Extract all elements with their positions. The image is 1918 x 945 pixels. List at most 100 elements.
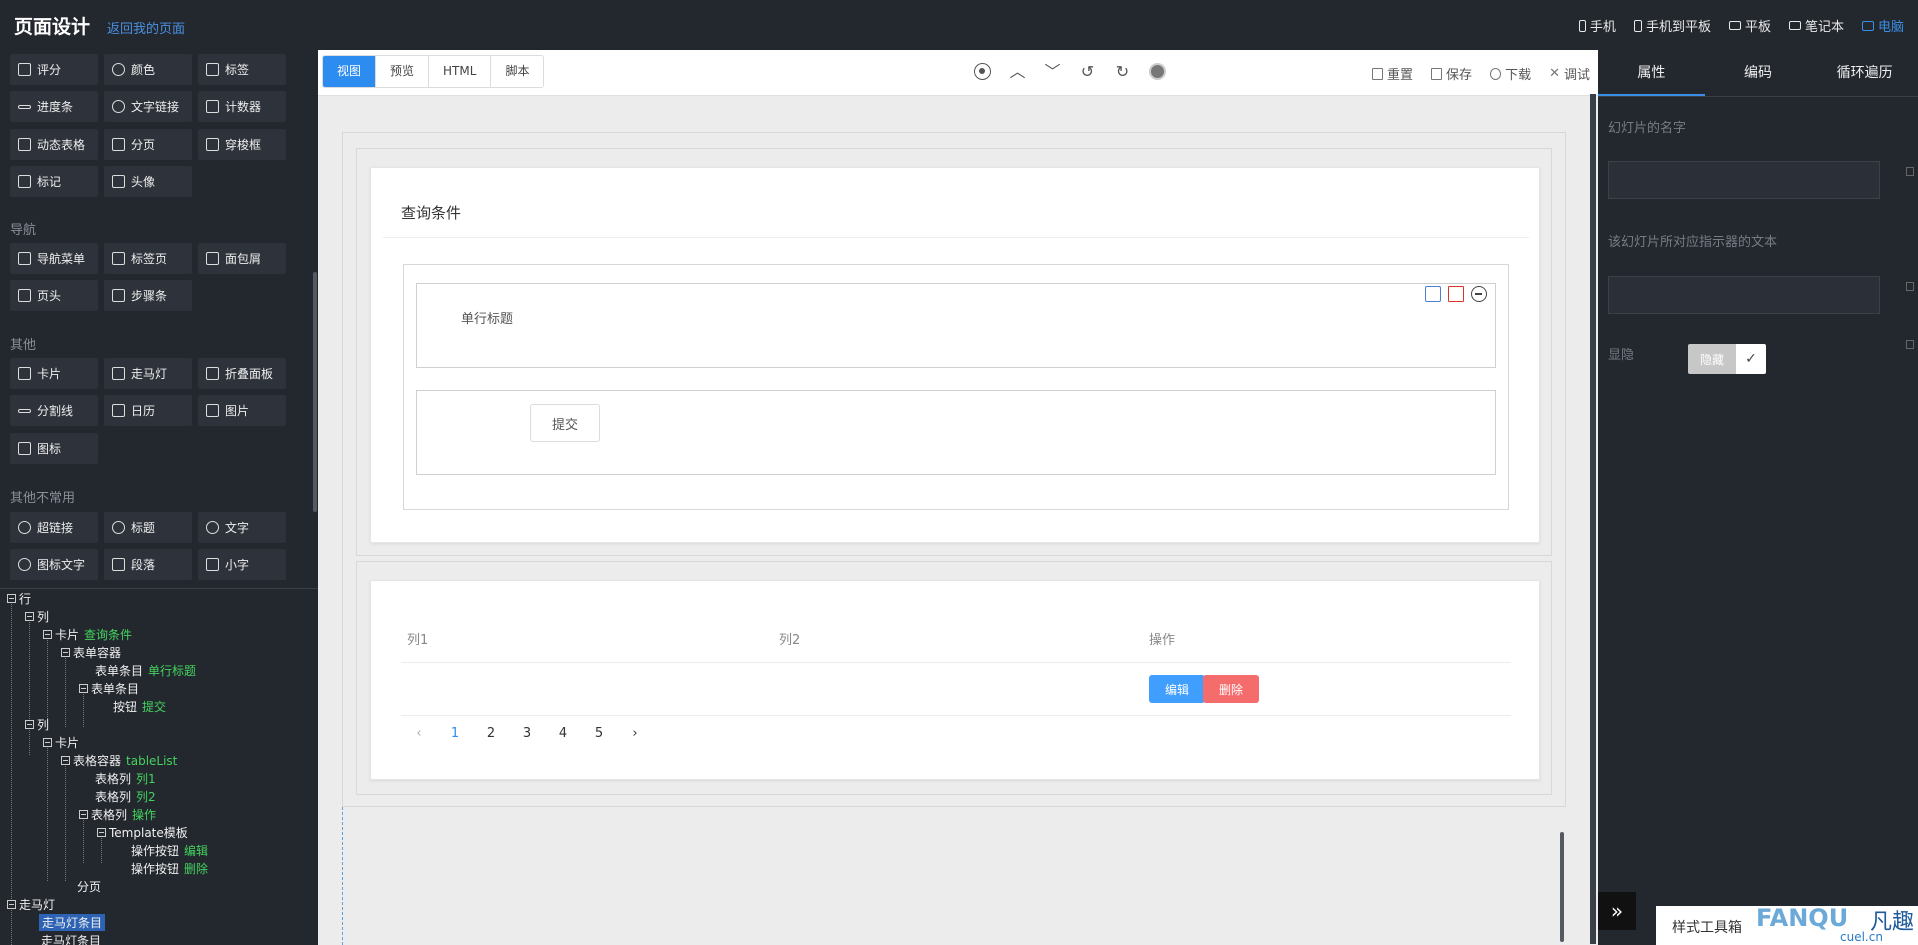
palette-icon[interactable]: 图标 <box>10 433 98 464</box>
palette-calendar[interactable]: 日历 <box>104 395 192 426</box>
indicator-text-input[interactable] <box>1608 276 1880 314</box>
palette-pagination[interactable]: 分页 <box>104 129 192 160</box>
tree-node-selected[interactable]: 走马灯条目 <box>39 914 110 931</box>
collapse-toggle-icon[interactable] <box>25 612 34 621</box>
canvas-scroll-track[interactable] <box>1590 94 1596 944</box>
tree-node[interactable]: 列 <box>25 608 54 625</box>
undo-icon[interactable]: ↺ <box>1079 63 1096 80</box>
palette-progress[interactable]: 进度条 <box>10 91 98 122</box>
debug-button[interactable]: ✕ 调试 <box>1549 64 1590 83</box>
palette-counter[interactable]: 计数器 <box>198 91 286 122</box>
collapse-toggle-icon[interactable] <box>61 756 70 765</box>
redo-icon[interactable]: ↻ <box>1114 63 1131 80</box>
palette-text-link[interactable]: 文字链接 <box>104 91 192 122</box>
tree-node[interactable]: 表单条目 <box>79 680 144 697</box>
tab-preview[interactable]: 预览 <box>376 56 430 87</box>
device-tablet[interactable]: 平板 <box>1728 16 1771 35</box>
palette-nav-menu[interactable]: 导航菜单 <box>10 243 98 274</box>
tree-node[interactable]: 表单容器 <box>61 644 126 661</box>
palette-tag[interactable]: 标签 <box>198 54 286 85</box>
download-button[interactable]: 下载 <box>1490 64 1531 83</box>
tree-node[interactable]: 列 <box>25 716 54 733</box>
clear-icon[interactable] <box>1906 340 1914 349</box>
palette-small-text[interactable]: 小字 <box>198 549 286 580</box>
table-card[interactable]: 列1 列2 操作 编辑 删除 ‹ 1 2 3 4 5 › <box>370 580 1540 780</box>
tree-node[interactable]: 表格列 列1 <box>95 770 156 787</box>
collapse-toggle-icon[interactable] <box>7 900 16 909</box>
check-icon[interactable]: ✓ <box>1736 344 1766 374</box>
submit-button[interactable]: 提交 <box>530 404 600 442</box>
palette-steps[interactable]: 步骤条 <box>104 280 192 311</box>
tab-code[interactable]: 编码 <box>1705 50 1812 96</box>
delete-button[interactable]: 删除 <box>1203 675 1259 703</box>
tree-node[interactable]: 卡片 <box>43 734 84 751</box>
form-container[interactable]: 单行标题 提交 <box>403 264 1509 510</box>
palette-badge[interactable]: 标记 <box>10 166 98 197</box>
tab-html[interactable]: HTML <box>429 56 492 87</box>
palette-scrollbar[interactable] <box>313 272 317 512</box>
palette-text[interactable]: 文字 <box>198 512 286 543</box>
query-card[interactable]: 查询条件 单行标题 提交 <box>370 167 1540 543</box>
page-1[interactable]: 1 <box>437 719 473 749</box>
next-page-icon[interactable]: › <box>617 719 653 749</box>
palette-paragraph[interactable]: 段落 <box>104 549 192 580</box>
palette-hyperlink[interactable]: 超链接 <box>10 512 98 543</box>
collapse-toggle-icon[interactable] <box>43 738 52 747</box>
palette-transfer[interactable]: 穿梭框 <box>198 129 286 160</box>
device-phone-tablet[interactable]: 手机到平板 <box>1633 16 1711 35</box>
collapse-toggle-icon[interactable] <box>25 720 34 729</box>
page-5[interactable]: 5 <box>581 719 617 749</box>
palette-color[interactable]: 颜色 <box>104 54 192 85</box>
collapse-toggle-icon[interactable] <box>97 828 106 837</box>
tree-node[interactable]: 表格列 操作 <box>79 806 156 823</box>
delete-icon[interactable] <box>1448 286 1464 302</box>
slide-name-input[interactable] <box>1608 161 1880 199</box>
reset-button[interactable]: 重置 <box>1372 64 1413 83</box>
collapse-toggle-icon[interactable] <box>43 630 52 639</box>
visibility-toggle[interactable]: 隐藏 ✓ <box>1688 344 1766 374</box>
collapse-toggle-icon[interactable] <box>7 594 16 603</box>
tree-node[interactable]: 走马灯条目 <box>41 932 106 945</box>
page-3[interactable]: 3 <box>509 719 545 749</box>
copy-icon[interactable] <box>1425 286 1441 302</box>
save-button[interactable]: 保存 <box>1431 64 1472 83</box>
tree-node[interactable]: Template模板 <box>97 824 193 841</box>
select-icon[interactable] <box>974 63 991 80</box>
back-to-my-pages-link[interactable]: 返回我的页面 <box>107 18 185 37</box>
record-icon[interactable] <box>1149 63 1166 80</box>
tree-node[interactable]: 按钮 提交 <box>113 698 166 715</box>
tree-node[interactable]: 走马灯 <box>7 896 60 913</box>
expand-icon[interactable]: » <box>1598 892 1636 930</box>
tab-properties[interactable]: 属性 <box>1598 50 1705 96</box>
edit-button[interactable]: 编辑 <box>1149 675 1205 703</box>
hide-option[interactable]: 隐藏 <box>1688 344 1736 374</box>
tree-node[interactable]: 表格列 列2 <box>95 788 156 805</box>
device-phone[interactable]: 手机 <box>1578 16 1616 35</box>
tree-node[interactable]: 卡片 查询条件 <box>43 626 132 643</box>
page-2[interactable]: 2 <box>473 719 509 749</box>
tree-node[interactable]: 操作按钮 删除 <box>131 860 208 877</box>
prev-page-icon[interactable]: ‹ <box>401 719 437 749</box>
canvas-scrollbar[interactable] <box>1560 832 1564 942</box>
palette-avatar[interactable]: 头像 <box>104 166 192 197</box>
palette-divider[interactable]: 分割线 <box>10 395 98 426</box>
clear-icon[interactable] <box>1906 167 1914 176</box>
palette-breadcrumb[interactable]: 面包屑 <box>198 243 286 274</box>
clear-icon[interactable] <box>1906 282 1914 291</box>
palette-tabs[interactable]: 标签页 <box>104 243 192 274</box>
collapse-toggle-icon[interactable] <box>79 810 88 819</box>
palette-dynamic-table[interactable]: 动态表格 <box>10 129 98 160</box>
device-desktop[interactable]: 电脑 <box>1861 16 1904 35</box>
page-4[interactable]: 4 <box>545 719 581 749</box>
palette-icon-text[interactable]: 图标文字 <box>10 549 98 580</box>
device-laptop[interactable]: 笔记本 <box>1788 16 1844 35</box>
palette-image[interactable]: 图片 <box>198 395 286 426</box>
form-item[interactable]: 单行标题 <box>416 283 1496 368</box>
form-item[interactable]: 提交 <box>416 390 1496 475</box>
palette-collapse[interactable]: 折叠面板 <box>198 358 286 389</box>
palette-page-header[interactable]: 页头 <box>10 280 98 311</box>
tab-loop[interactable]: 循环遍历 <box>1811 50 1918 96</box>
tab-view[interactable]: 视图 <box>323 56 377 87</box>
tree-node[interactable]: 表格容器 tableList <box>61 752 177 769</box>
collapse-toggle-icon[interactable] <box>79 684 88 693</box>
